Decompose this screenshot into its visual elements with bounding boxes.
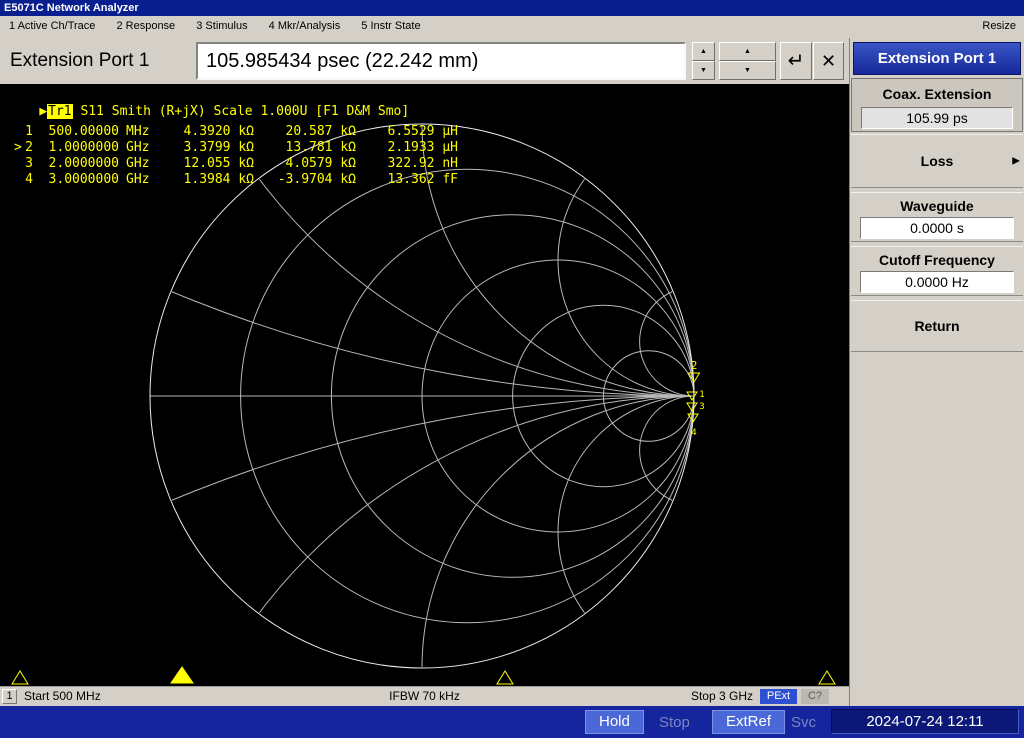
step-up-large-button[interactable]: ▲ <box>719 42 776 61</box>
marker3-equivalent: 322.92 nH <box>387 156 458 171</box>
marker2-reactance: 13.781 kΩ <box>285 140 356 155</box>
marker2-freq-unit: GHz <box>126 140 150 155</box>
softkey-cutoff-frequency[interactable]: Cutoff Frequency 0.0000 Hz <box>851 246 1023 296</box>
trace-display-area: 2 1 3 4 ▶Tr1 S11 Smith (R+jX) Scale 1.00… <box>0 84 849 686</box>
coax-extension-value: 105.99 ps <box>861 107 1013 129</box>
softkey-sidebar: Extension Port 1 Coax. Extension 105.99 … <box>849 38 1024 706</box>
marker3-number: 3 <box>25 156 33 171</box>
marker2-label: 2 <box>691 359 698 372</box>
port-extension-badge: PExt <box>760 689 797 704</box>
menu-instr-state[interactable]: 5 Instr State <box>352 16 429 37</box>
enter-button[interactable]: ↵ <box>780 42 812 80</box>
marker4-label: 4 <box>691 428 696 438</box>
step-up-small-button[interactable]: ▲ <box>692 42 715 61</box>
window-title-bar: E5071C Network Analyzer <box>0 0 1024 16</box>
marker2-resistance: 3.3799 kΩ <box>183 140 254 155</box>
stimulus-marker-4 <box>818 670 836 685</box>
marker1-number: 1 <box>25 124 33 139</box>
coax-extension-label: Coax. Extension <box>882 86 992 102</box>
instrument-status-bar: Hold Stop ExtRef Svc 2024-07-24 12:11 <box>0 706 1024 738</box>
entry-value-input[interactable] <box>196 42 686 80</box>
waveguide-value: 0.0000 s <box>860 217 1014 239</box>
marker2-equivalent: 2.1933 µH <box>387 140 458 155</box>
marker4-freq-unit: GHz <box>126 172 150 187</box>
marker2-active-flag: > <box>14 140 22 155</box>
return-label: Return <box>914 318 960 334</box>
marker-row-3: 3 2.0000000 GHz 12.055 kΩ 4.0579 kΩ 322.… <box>14 156 458 172</box>
marker-table: 1 500.00000 MHz 4.3920 kΩ 20.587 kΩ 6.55… <box>14 124 458 188</box>
menu-active-ch-trace[interactable]: 1 Active Ch/Trace <box>0 16 104 37</box>
marker1-active-flag <box>14 124 23 140</box>
menu-bar: 1 Active Ch/Trace 2 Response 3 Stimulus … <box>0 16 1024 38</box>
stimulus-marker-3 <box>496 670 514 685</box>
marker3-active-flag <box>14 156 23 172</box>
marker2-number: 2 <box>25 140 33 155</box>
cutoff-frequency-label: Cutoff Frequency <box>879 252 995 268</box>
cutoff-frequency-value: 0.0000 Hz <box>860 271 1014 293</box>
stimulus-marker-indicators <box>11 666 836 685</box>
softkey-coax-extension[interactable]: Coax. Extension 105.99 ps <box>851 78 1023 132</box>
trace-format-text: S11 Smith (R+jX) Scale 1.000U [F1 D&M Sm… <box>72 104 410 119</box>
marker1-resistance: 4.3920 kΩ <box>183 124 254 139</box>
active-trace-arrow-icon: ▶ <box>39 104 48 119</box>
svc-status-label: Svc <box>791 714 817 731</box>
marker1-reactance: 20.587 kΩ <box>285 124 356 139</box>
stimulus-marker-2-active <box>170 666 194 684</box>
step-down-small-button[interactable]: ▼ <box>692 61 715 80</box>
marker3-freq-unit: GHz <box>126 156 150 171</box>
step-down-large-button[interactable]: ▼ <box>719 61 776 80</box>
marker1-label: 1 <box>699 390 704 400</box>
stop-status-label: Stop <box>659 714 690 731</box>
softkey-waveguide[interactable]: Waveguide 0.0000 s <box>851 192 1023 242</box>
menu-response[interactable]: 2 Response <box>107 16 184 37</box>
menu-stimulus[interactable]: 3 Stimulus <box>187 16 256 37</box>
waveguide-label: Waveguide <box>900 198 974 214</box>
marker3-label: 3 <box>699 402 704 412</box>
marker4-active-flag <box>14 172 23 188</box>
marker4-resistance: 1.3984 kΩ <box>183 172 254 187</box>
loss-label: Loss <box>920 153 954 169</box>
marker3-resistance: 12.055 kΩ <box>183 156 254 171</box>
marker1-frequency: 500.00000 <box>48 124 119 139</box>
marker1-equivalent: 6.5529 µH <box>387 124 458 139</box>
marker3-frequency: 2.0000000 <box>48 156 119 171</box>
stimulus-marker-1 <box>11 670 29 685</box>
entry-label: Extension Port 1 <box>10 50 150 71</box>
marker4-number: 4 <box>25 172 33 187</box>
marker-row-4: 4 3.0000000 GHz 1.3984 kΩ -3.9704 kΩ 13.… <box>14 172 458 188</box>
hold-status-button[interactable]: Hold <box>585 710 644 734</box>
menu-mkr-analysis[interactable]: 4 Mkr/Analysis <box>260 16 350 37</box>
marker4-reactance: -3.9704 kΩ <box>277 172 356 187</box>
marker4-equivalent: 13.362 fF <box>387 172 458 187</box>
menu-resize[interactable]: Resize <box>982 16 1016 37</box>
entry-toolbar: Extension Port 1 ▲ ▼ ▲ ▼ ↵ ✕ <box>0 38 849 84</box>
softkey-loss[interactable]: Loss ▶ <box>851 134 1023 188</box>
trace-name-badge[interactable]: Tr1 <box>47 104 73 119</box>
softkey-menu-title: Extension Port 1 <box>853 42 1021 75</box>
marker-row-2: > 2 1.0000000 GHz 3.3799 kΩ 13.781 kΩ 2.… <box>14 140 458 156</box>
window-title: E5071C Network Analyzer <box>4 2 139 14</box>
datetime-display: 2024-07-24 12:11 <box>831 709 1019 734</box>
marker3-reactance: 4.0579 kΩ <box>285 156 356 171</box>
softkey-return[interactable]: Return <box>851 300 1023 352</box>
marker2-frequency: 1.0000000 <box>48 140 119 155</box>
marker1-freq-unit: MHz <box>126 124 150 139</box>
channel-status-bar: 1 Start 500 MHz IFBW 70 kHz Stop 3 GHz P… <box>0 686 849 706</box>
submenu-arrow-icon: ▶ <box>1012 155 1020 167</box>
extref-status-button[interactable]: ExtRef <box>712 710 786 734</box>
close-entry-button[interactable]: ✕ <box>813 42 844 80</box>
stop-frequency-label: Stop 3 GHz <box>690 689 753 703</box>
correction-badge: C? <box>801 689 829 704</box>
marker4-frequency: 3.0000000 <box>48 172 119 187</box>
marker-row-1: 1 500.00000 MHz 4.3920 kΩ 20.587 kΩ 6.55… <box>14 124 458 140</box>
